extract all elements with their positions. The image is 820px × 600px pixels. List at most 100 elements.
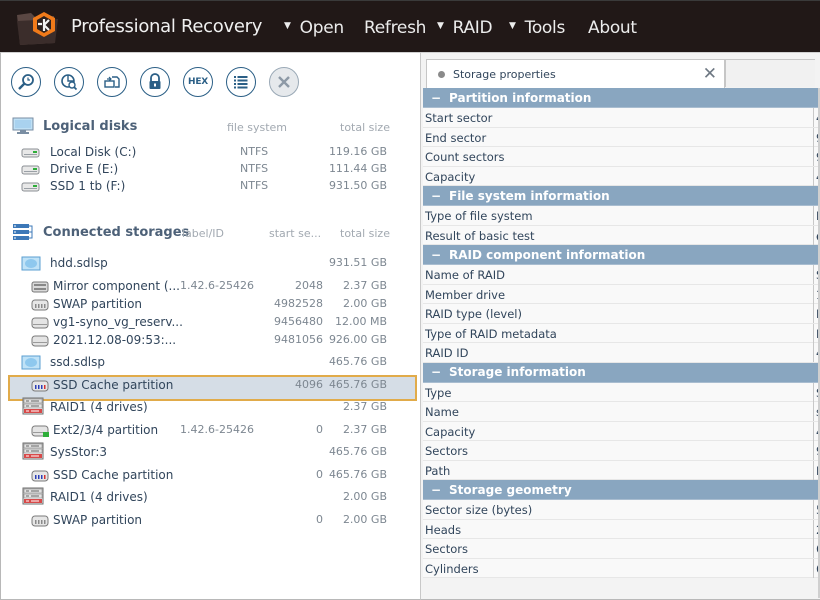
storage-row[interactable]: vg1-syno_vg_reserv... 9456480 12.00 MB	[1, 313, 421, 333]
column-header-file-system[interactable]: file system	[227, 121, 287, 134]
property-row[interactable]: TypeS	[423, 382, 820, 402]
storage-row[interactable]: SSD Cache partition 0 465.76 GB	[1, 466, 421, 486]
property-row[interactable]: RAID ID4	[423, 343, 820, 363]
properties-button[interactable]	[226, 67, 256, 97]
raid-array-icon	[22, 397, 44, 418]
list-icon	[234, 76, 248, 89]
storage-row[interactable]: SWAP partition 4982528 2.00 GB	[1, 295, 421, 315]
explore-button[interactable]	[11, 67, 41, 97]
property-row[interactable]: Type of RAID metadataL	[423, 323, 820, 343]
logical-disk-row[interactable]: SSD 1 tb (F:) NTFS 931.50 GB	[1, 177, 421, 197]
storage-name: SWAP partition	[53, 297, 143, 311]
disk-name: SSD 1 tb (F:)	[50, 179, 126, 193]
tab-close-icon[interactable]: ✕	[703, 64, 717, 84]
property-group-header[interactable]: − File system information	[423, 186, 820, 206]
tab-storage-properties[interactable]: Storage properties ✕	[426, 59, 725, 89]
collapse-icon[interactable]: −	[423, 248, 449, 262]
property-row[interactable]: Capacity4	[423, 421, 820, 441]
storage-row[interactable]: hdd.sdlsp 931.51 GB	[1, 254, 421, 274]
property-row[interactable]: Sectors9	[423, 441, 820, 461]
menu-about[interactable]: About	[588, 16, 637, 40]
storage-row[interactable]: Ext2/3/4 partition 1.42.6-25426 0 2.37 GB	[1, 421, 421, 441]
property-row[interactable]: PathF	[423, 460, 820, 480]
menu-raid[interactable]: ▼ RAID	[437, 16, 493, 40]
property-key: Member drive	[425, 287, 506, 302]
lock-icon	[149, 73, 161, 89]
collapse-icon[interactable]: −	[423, 365, 449, 379]
storage-row[interactable]: SSD Cache partition 4096 465.76 GB	[1, 375, 421, 401]
storage-name: Mirror component (...	[53, 279, 180, 293]
property-row[interactable]: Sector size (bytes)5	[423, 500, 820, 520]
menu-refresh[interactable]: Refresh	[364, 16, 426, 40]
property-key: Type of file system	[425, 209, 533, 223]
disk-image-icon	[21, 256, 41, 274]
storage-size: 465.76 GB	[328, 378, 387, 391]
menu-about-label: About	[588, 18, 637, 38]
property-row[interactable]: Start sector4	[423, 108, 820, 128]
property-row[interactable]: Capacity4	[423, 166, 820, 186]
property-row[interactable]: Name of RAIDS	[423, 265, 820, 285]
collapse-icon[interactable]: −	[423, 483, 449, 497]
property-row[interactable]: Member drive1	[423, 284, 820, 304]
column-header-total-size[interactable]: total size	[340, 227, 390, 240]
close-button[interactable]	[269, 67, 299, 97]
menu-tools[interactable]: ▼ Tools	[509, 16, 565, 40]
property-row[interactable]: Type of file systemN	[423, 206, 820, 226]
column-header-label-id[interactable]: label/ID	[182, 227, 224, 240]
menu-open[interactable]: ▼ Open	[284, 16, 344, 40]
storage-row[interactable]: RAID1 (4 drives) 2.37 GB	[1, 397, 421, 418]
column-header-start-sector[interactable]: start se...	[269, 227, 321, 240]
analyze-icon	[61, 74, 78, 91]
collapse-icon[interactable]: −	[423, 91, 449, 105]
storage-name: ssd.sdlsp	[50, 355, 106, 369]
property-row[interactable]: Count sectors9	[423, 147, 820, 167]
storage-size: 2.00 GB	[342, 513, 387, 526]
storage-row[interactable]: RAID1 (4 drives) 2.00 GB	[1, 487, 421, 508]
storage-name: 2021.12.08-09:53:...	[53, 333, 177, 347]
logical-disks-title: Logical disks	[43, 118, 138, 134]
storage-size: 465.76 GB	[328, 468, 387, 481]
storage-size: 931.51 GB	[328, 256, 387, 269]
storage-name: hdd.sdlsp	[50, 256, 108, 270]
storage-row[interactable]: Mirror component (... 1.42.6-25426 2048 2.3…	[1, 277, 421, 297]
toolbar: HEX	[11, 67, 299, 97]
ssd-cache-icon	[31, 470, 49, 485]
connected-storages-title: Connected storages	[43, 224, 190, 240]
storage-name: SSD Cache partition	[53, 378, 174, 392]
storage-tree-panel: HEX Logical disks file system total size…	[0, 52, 420, 600]
property-group-header[interactable]: − Storage geometry	[423, 480, 820, 500]
property-row[interactable]: Result of basic test●	[423, 225, 820, 245]
property-row[interactable]: Names	[423, 402, 820, 422]
property-row[interactable]: RAID type (level)M	[423, 304, 820, 324]
property-row[interactable]: End sector9	[423, 127, 820, 147]
create-image-button[interactable]	[97, 67, 127, 97]
hex-viewer-button[interactable]: HEX	[183, 67, 213, 97]
storage-size: 465.76 GB	[328, 355, 387, 368]
disk-size: 111.44 GB	[328, 162, 387, 175]
scan-button[interactable]	[54, 67, 84, 97]
group-title: Partition information	[449, 90, 592, 105]
property-row[interactable]: Cylinders6	[423, 558, 820, 578]
lock-button[interactable]	[140, 67, 170, 97]
storage-row[interactable]: SysStor:3 465.76 GB	[1, 442, 421, 463]
storage-row[interactable]: ssd.sdlsp 465.76 GB	[1, 353, 421, 373]
storage-size: 926.00 GB	[328, 333, 387, 346]
property-key: Name of RAID	[425, 268, 505, 282]
property-key: Capacity	[425, 169, 476, 184]
storage-row[interactable]: 2021.12.08-09:53:... 9481056 926.00 GB	[1, 331, 421, 351]
property-group-header[interactable]: − Storage information	[423, 362, 820, 383]
connected-storages-header: Connected storages	[12, 223, 189, 241]
title-bar: Professional Recovery ▼ Open Refresh ▼ R…	[0, 0, 820, 52]
tab-bar-empty	[725, 59, 815, 87]
property-group-header[interactable]: − Partition information	[423, 88, 820, 108]
property-row[interactable]: Sectors6	[423, 539, 820, 559]
column-header-total-size[interactable]: total size	[340, 121, 390, 134]
collapse-icon[interactable]: −	[423, 189, 449, 203]
property-key: RAID type (level)	[425, 307, 522, 321]
group-title: Storage information	[449, 365, 586, 379]
property-row[interactable]: Heads2	[423, 519, 820, 539]
property-key: RAID ID	[425, 346, 469, 360]
storage-row[interactable]: SWAP partition 0 2.00 GB	[1, 511, 421, 531]
property-group-header[interactable]: − RAID component information	[423, 245, 820, 265]
property-key: Cylinders	[425, 561, 479, 576]
